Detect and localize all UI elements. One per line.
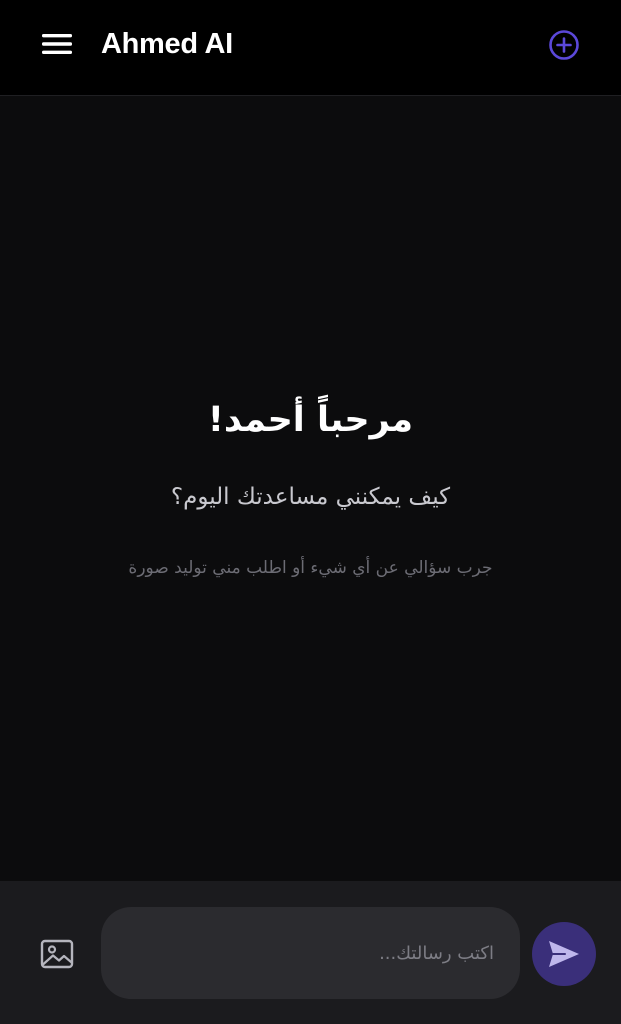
app-title: Ahmed AI — [101, 28, 233, 60]
app-window: Ahmed AI مرحباً أحمد! كيف يمكنني مساعدتك… — [0, 0, 621, 1024]
welcome-hint: جرب سؤالي عن أي شيء أو اطلب مني توليد صو… — [128, 558, 493, 578]
menu-icon — [42, 34, 72, 54]
top-bar: Ahmed AI — [0, 0, 621, 96]
welcome-title: مرحباً أحمد! — [207, 400, 414, 440]
welcome-subtitle: كيف يمكنني مساعدتك اليوم؟ — [170, 484, 451, 510]
menu-button[interactable] — [30, 24, 84, 64]
message-input[interactable] — [101, 907, 520, 999]
send-icon — [549, 941, 579, 967]
welcome-panel: مرحباً أحمد! كيف يمكنني مساعدتك اليوم؟ ج… — [0, 97, 621, 880]
attach-image-button[interactable] — [31, 929, 83, 981]
message-composer — [0, 881, 621, 1024]
send-button[interactable] — [532, 922, 596, 986]
new-chat-button[interactable] — [540, 22, 588, 68]
image-icon — [40, 939, 74, 969]
plus-circle-icon — [549, 30, 579, 60]
